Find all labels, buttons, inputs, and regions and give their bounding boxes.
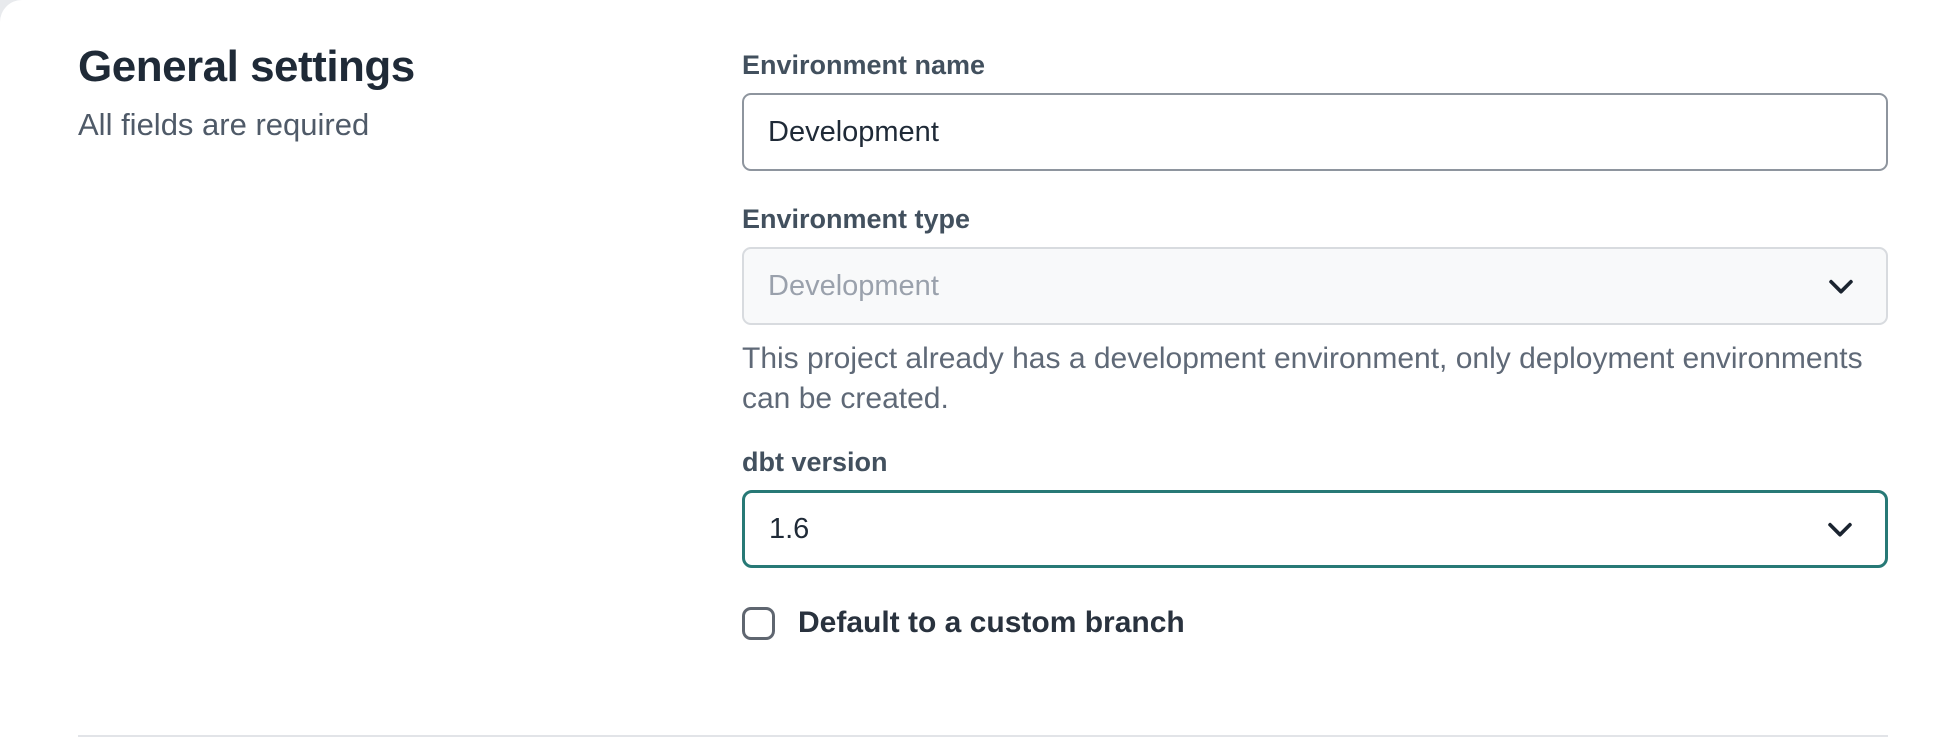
settings-card: General settings All fields are required… — [0, 0, 1958, 740]
environment-type-value: Development — [768, 270, 939, 303]
environment-type-label: Environment type — [742, 204, 1888, 235]
environment-name-label: Environment name — [742, 50, 1888, 81]
general-settings-form: Environment name Environment type Develo… — [742, 40, 1888, 640]
custom-branch-label[interactable]: Default to a custom branch — [798, 606, 1185, 640]
section-divider — [78, 735, 1888, 737]
environment-type-select: Development — [742, 247, 1888, 325]
chevron-down-icon — [1824, 269, 1858, 303]
section-header: General settings All fields are required — [78, 40, 742, 640]
environment-type-help: This project already has a development e… — [742, 339, 1888, 419]
dbt-version-value: 1.6 — [769, 513, 809, 546]
custom-branch-checkbox[interactable] — [742, 607, 775, 640]
chevron-down-icon — [1823, 512, 1857, 546]
dbt-version-select[interactable]: 1.6 — [742, 490, 1888, 568]
page-subtitle: All fields are required — [78, 107, 742, 143]
environment-name-input[interactable] — [742, 93, 1888, 171]
page-title: General settings — [78, 42, 742, 93]
custom-branch-row: Default to a custom branch — [742, 606, 1888, 640]
dbt-version-label: dbt version — [742, 447, 1888, 478]
